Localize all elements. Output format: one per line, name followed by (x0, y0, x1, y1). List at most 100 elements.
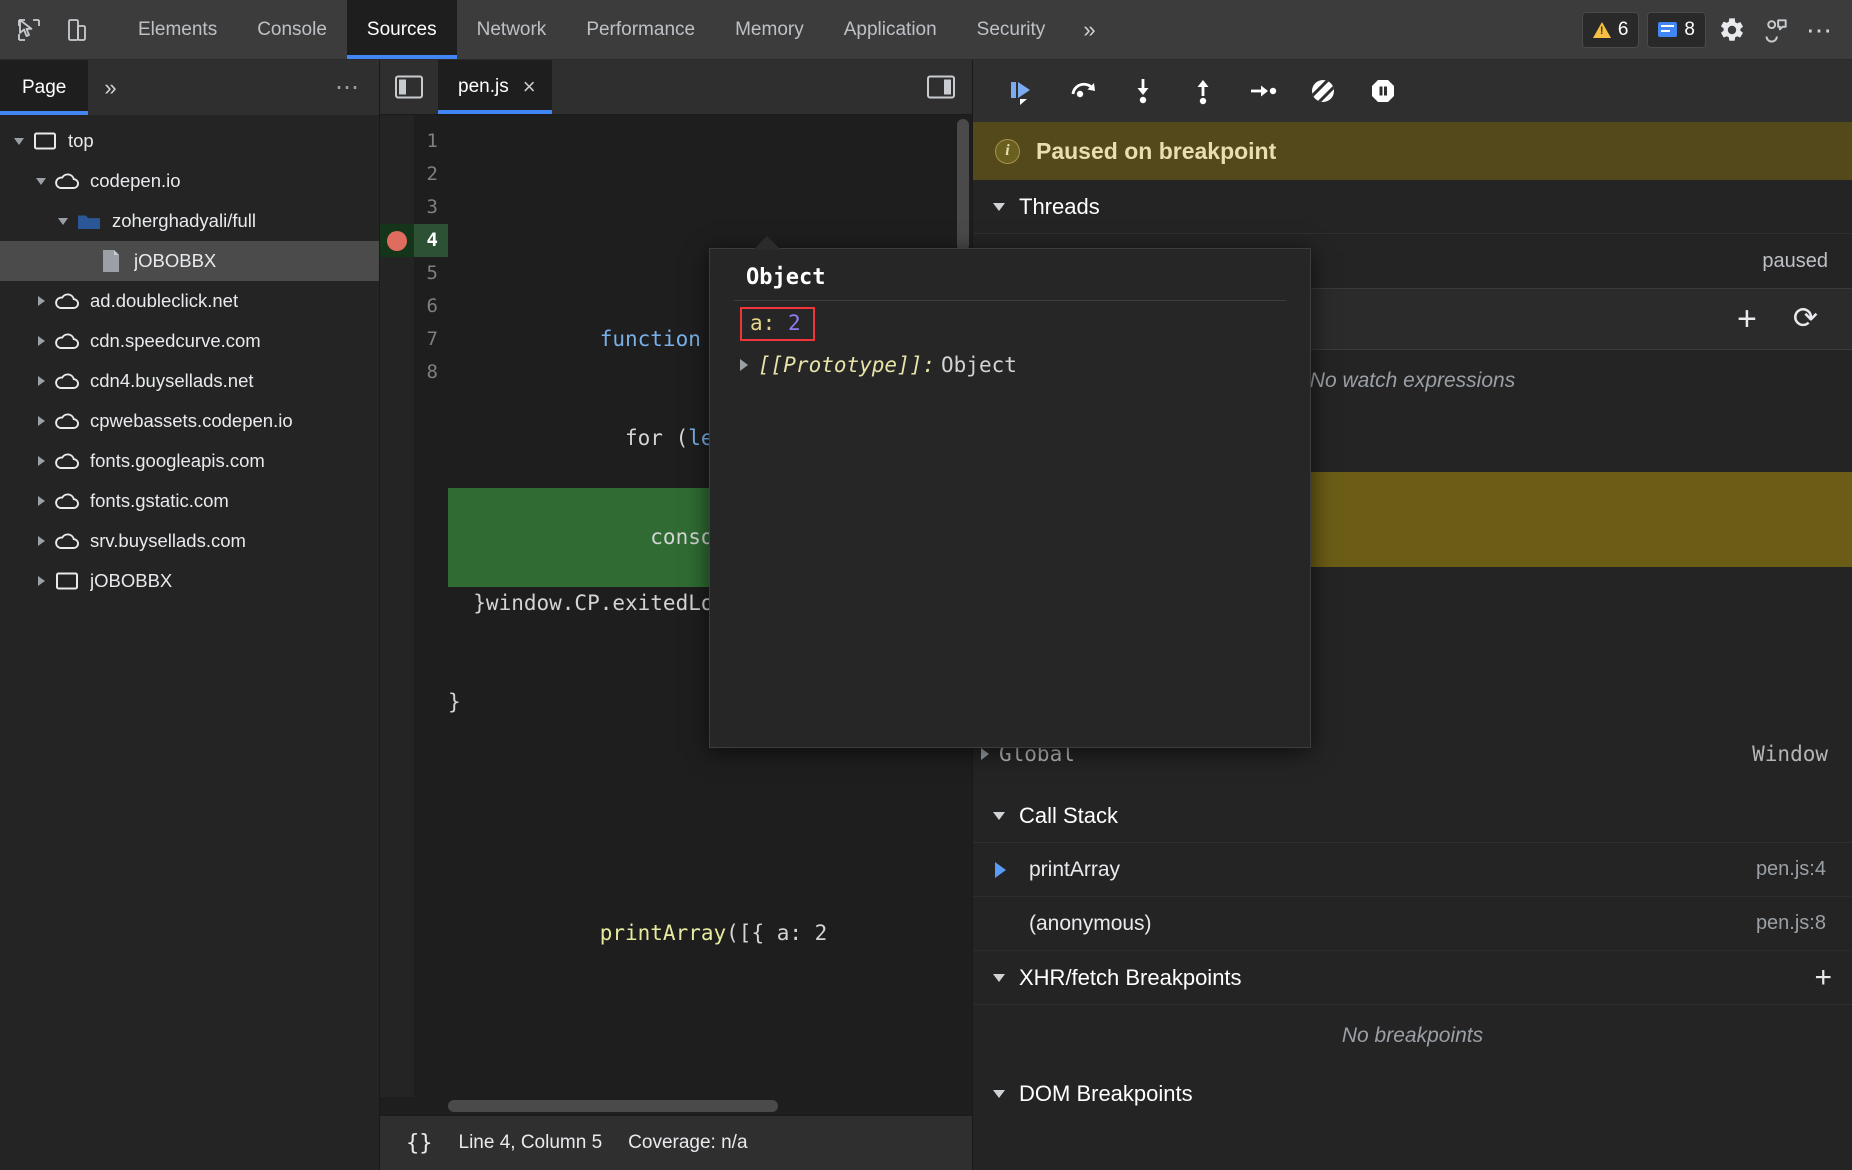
twisty-right-icon[interactable] (30, 336, 52, 346)
tab-page[interactable]: Page (0, 60, 88, 115)
popover-prototype-row[interactable]: [[Prototype]]: Object (710, 347, 1310, 383)
twisty-down-icon[interactable] (8, 138, 30, 145)
expand-arrow-icon[interactable] (740, 359, 748, 371)
coverage-status: Coverage: n/a (628, 1132, 747, 1154)
twisty-down-icon[interactable] (52, 218, 74, 225)
more-tabs-icon[interactable]: » (1065, 0, 1111, 59)
twisty-right-icon[interactable] (30, 456, 52, 466)
toolbar-right-icons: 6 8 ⋯ (1582, 0, 1852, 59)
line-number: 3 (414, 191, 448, 224)
tree-item-top[interactable]: top (0, 121, 379, 161)
step-over-next-function-call-icon[interactable] (1053, 68, 1113, 114)
close-icon[interactable]: × (523, 76, 536, 98)
tree-item-label: zoherghadyali/full (112, 210, 256, 232)
messages-badge[interactable]: 8 (1647, 12, 1706, 48)
tab-memory[interactable]: Memory (715, 0, 824, 59)
tree-item-codepen-io[interactable]: codepen.io (0, 161, 379, 201)
section-header-xhr-fetch-breakpoints[interactable]: XHR/fetch Breakpoints + (973, 951, 1852, 1005)
popover-title: Object (710, 259, 1310, 300)
navigator-more-options-icon[interactable]: ⋯ (335, 60, 379, 115)
more-options-icon[interactable]: ⋯ (1802, 12, 1838, 48)
expand-arrow-icon[interactable] (981, 748, 989, 760)
devtools-window: Elements Console Sources Network Perform… (0, 0, 1852, 1170)
tree-item-jobobbx-frame[interactable]: jOBOBBX (0, 561, 379, 601)
step-icon[interactable] (1233, 68, 1293, 114)
tree-item-fonts-gstatic-com[interactable]: fonts.gstatic.com (0, 481, 379, 521)
device-toolbar-icon[interactable] (60, 13, 94, 47)
line-number: 5 (414, 257, 448, 290)
call-stack-frame-name: printArray (1029, 858, 1120, 882)
show-navigator-icon[interactable] (380, 60, 438, 114)
tab-security[interactable]: Security (957, 0, 1066, 59)
call-stack-frame-name: (anonymous) (1029, 912, 1152, 936)
twisty-right-icon[interactable] (30, 576, 52, 586)
editor-horizontal-scrollbar[interactable] (380, 1097, 972, 1115)
devtools-main-toolbar: Elements Console Sources Network Perform… (0, 0, 1852, 60)
thread-status: paused (1762, 250, 1828, 273)
show-debugger-icon[interactable] (910, 60, 972, 114)
navigator-more-tabs-icon[interactable]: » (88, 60, 130, 115)
add-watch-expression-icon[interactable]: + (1737, 308, 1757, 330)
tab-sources[interactable]: Sources (347, 0, 457, 59)
gear-icon[interactable] (1714, 12, 1750, 48)
editor-status-bar: {} Line 4, Column 5 Coverage: n/a (380, 1115, 972, 1170)
no-breakpoints-text: No breakpoints (973, 1005, 1852, 1067)
twisty-right-icon[interactable] (30, 536, 52, 546)
refresh-watch-icon[interactable]: ⟳ (1793, 307, 1818, 331)
twisty-right-icon[interactable] (30, 416, 52, 426)
code-line-1 (448, 191, 972, 224)
twisty-down-icon[interactable] (30, 178, 52, 185)
tree-item-jobobbx-file[interactable]: jOBOBBX (0, 241, 379, 281)
resume-script-execution-icon[interactable] (993, 68, 1053, 114)
tree-item-label: jOBOBBX (90, 570, 172, 592)
tab-application[interactable]: Application (824, 0, 957, 59)
call-stack-frame-printarray[interactable]: printArray pen.js:4 (973, 843, 1852, 897)
scrollbar-thumb[interactable] (448, 1100, 778, 1112)
breakpoint-marker-icon[interactable] (387, 231, 407, 251)
step-into-next-function-call-icon[interactable] (1113, 68, 1173, 114)
twisty-right-icon[interactable] (30, 296, 52, 306)
navigator-pane: Page » ⋯ top codepen.io (0, 60, 380, 1170)
tree-item-fonts-googleapis-com[interactable]: fonts.googleapis.com (0, 441, 379, 481)
chevron-down-icon (993, 1090, 1005, 1098)
pause-on-exceptions-icon[interactable] (1353, 68, 1413, 114)
line-number: 2 (414, 158, 448, 191)
messages-count: 8 (1684, 19, 1695, 41)
call-stack-frame-anonymous[interactable]: (anonymous) pen.js:8 (973, 897, 1852, 951)
section-header-call-stack[interactable]: Call Stack (973, 789, 1852, 843)
chevron-down-icon (993, 203, 1005, 211)
customize-devtools-icon[interactable] (1758, 12, 1794, 48)
cloud-icon (52, 532, 82, 550)
popover-property-row[interactable]: a: 2 (710, 301, 1310, 347)
twisty-right-icon[interactable] (30, 376, 52, 386)
tree-item-cpwebassets-codepen-io[interactable]: cpwebassets.codepen.io (0, 401, 379, 441)
tab-performance[interactable]: Performance (566, 0, 715, 59)
frame-icon (30, 132, 60, 150)
tree-item-cdn4-buysellads-net[interactable]: cdn4.buysellads.net (0, 361, 379, 401)
code-token: function (600, 327, 714, 351)
inspect-element-icon[interactable] (12, 13, 46, 47)
object-value-popover[interactable]: Object a: 2 [[Prototype]]: Object (709, 248, 1311, 748)
breakpoint-gutter[interactable] (380, 115, 414, 1115)
deactivate-breakpoints-icon[interactable] (1293, 68, 1353, 114)
tab-elements[interactable]: Elements (118, 0, 237, 59)
file-tab-pen-js[interactable]: pen.js × (438, 60, 552, 114)
pretty-print-icon[interactable]: {} (406, 1131, 433, 1156)
tab-network[interactable]: Network (457, 0, 567, 59)
tree-item-cdn-speedcurve-com[interactable]: cdn.speedcurve.com (0, 321, 379, 361)
tab-console[interactable]: Console (237, 0, 347, 59)
warnings-badge[interactable]: 6 (1582, 12, 1640, 48)
section-header-dom-breakpoints[interactable]: DOM Breakpoints (973, 1067, 1852, 1121)
add-xhr-breakpoint-icon[interactable]: + (1814, 968, 1832, 988)
tree-item-label: fonts.gstatic.com (90, 490, 229, 512)
tree-item-srv-buysellads-com[interactable]: srv.buysellads.com (0, 521, 379, 561)
section-header-threads[interactable]: Threads (973, 180, 1852, 234)
line-number: 4 (414, 224, 448, 257)
step-out-of-current-function-icon[interactable] (1173, 68, 1233, 114)
cloud-icon (52, 492, 82, 510)
tree-item-ad-doubleclick-net[interactable]: ad.doubleclick.net (0, 281, 379, 321)
twisty-right-icon[interactable] (30, 496, 52, 506)
cloud-icon (52, 292, 82, 310)
tree-item-zoherghadyali-full[interactable]: zoherghadyali/full (0, 201, 379, 241)
scrollbar-thumb[interactable] (957, 119, 969, 251)
